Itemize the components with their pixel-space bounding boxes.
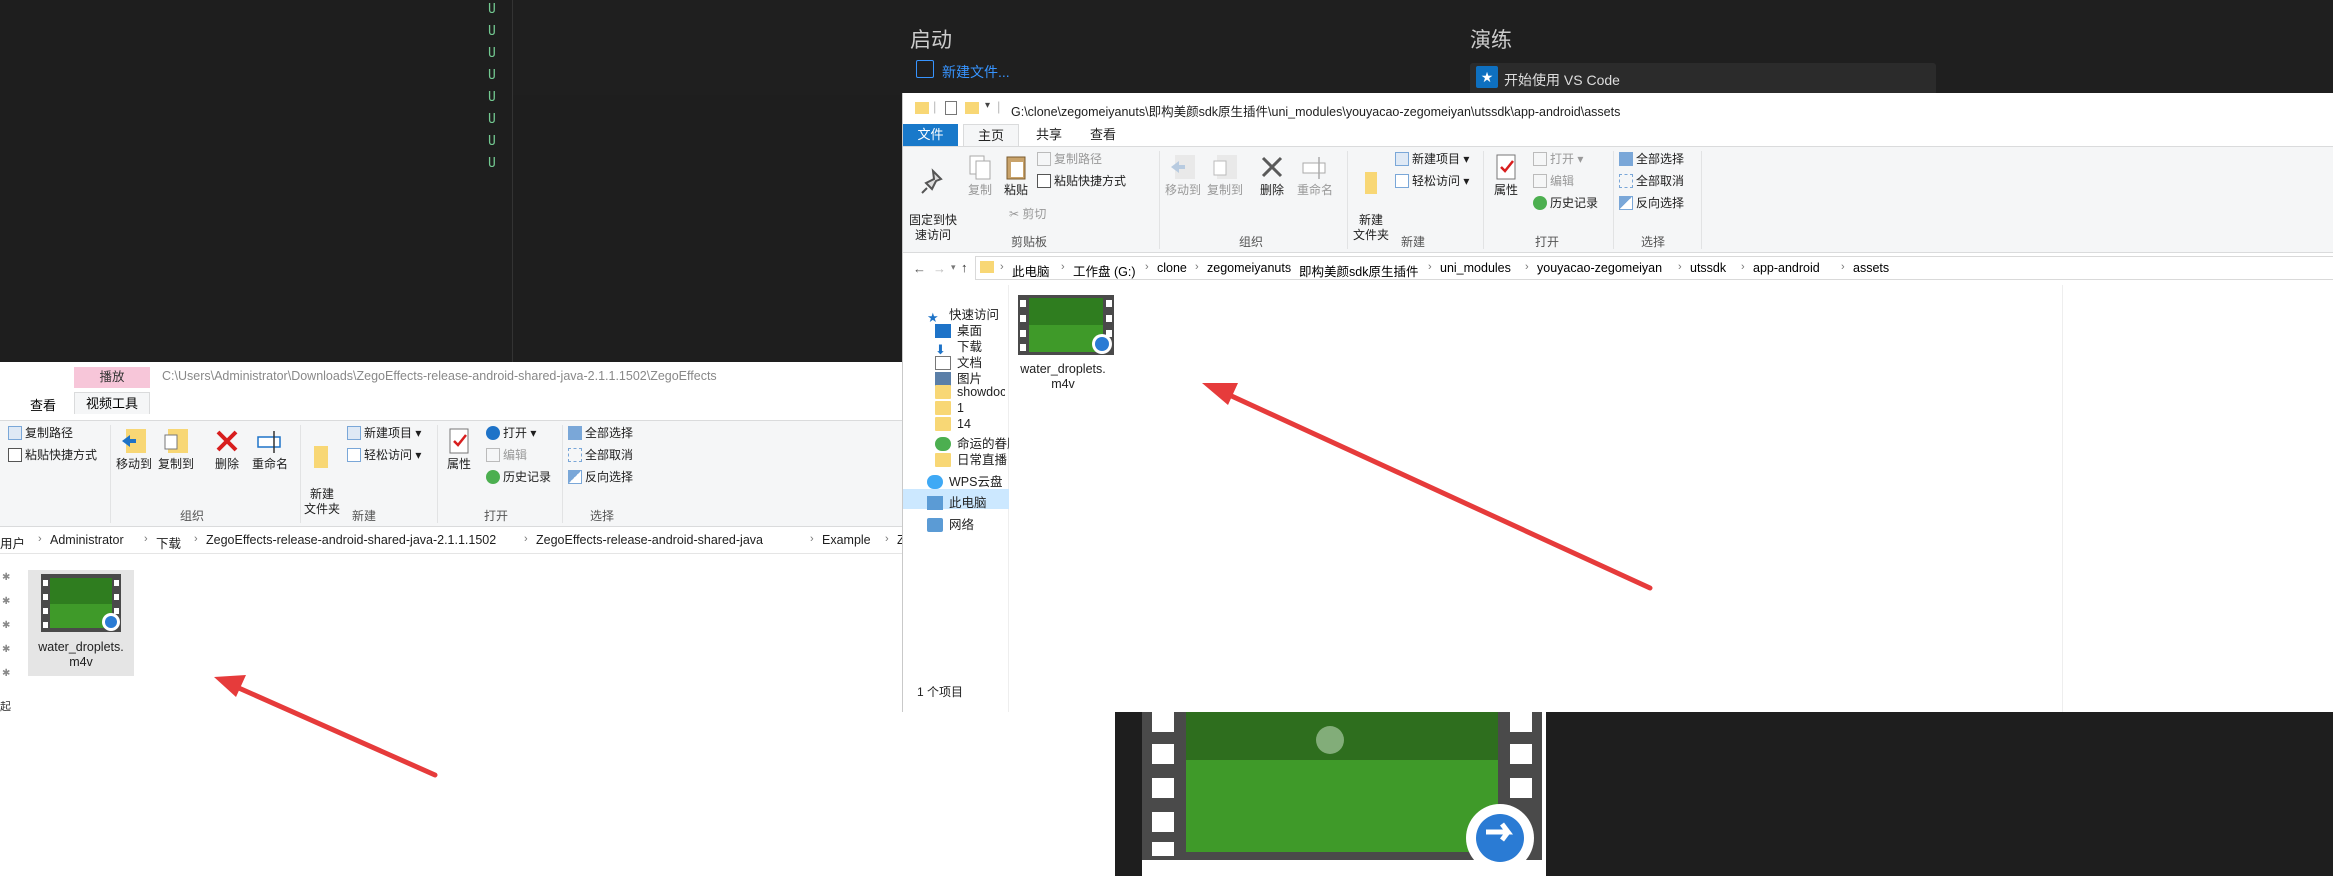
red-arrow-left xyxy=(214,675,438,778)
red-arrow-right xyxy=(1202,383,1653,591)
annotation-arrows xyxy=(214,383,1653,778)
